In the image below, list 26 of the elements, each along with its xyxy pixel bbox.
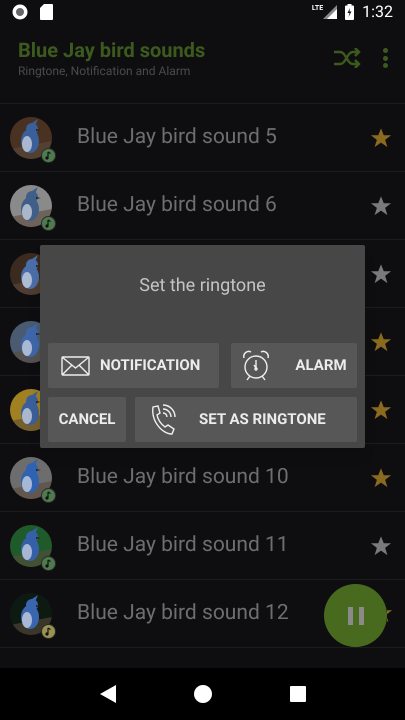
- sound-title: Blue Jay bird sound 12: [76, 600, 290, 627]
- signal-icon: [323, 5, 338, 19]
- more-options-button[interactable]: [381, 48, 389, 68]
- clock-time: 1:32: [362, 4, 393, 20]
- sound-title: Blue Jay bird sound 11: [76, 532, 290, 559]
- ringtone-button[interactable]: SET AS RINGTONE: [135, 397, 357, 442]
- sound-title: Blue Jay bird sound 5: [76, 124, 278, 151]
- app-title: Blue Jay bird sounds: [18, 37, 206, 63]
- battery-charging-icon: [345, 4, 354, 20]
- sound-list-item[interactable]: Blue Jay bird sound 6: [0, 172, 405, 240]
- cancel-button[interactable]: CANCEL: [48, 397, 126, 442]
- sound-list-item[interactable]: Blue Jay bird sound 5: [0, 104, 405, 172]
- recents-button[interactable]: [290, 686, 306, 702]
- sound-title: Blue Jay bird sound 10: [76, 464, 290, 491]
- home-button[interactable]: [194, 685, 212, 703]
- sound-list-item[interactable]: Blue Jay bird sound 11: [0, 512, 405, 580]
- alarm-clock-icon: [241, 350, 272, 382]
- dialog-title: Set the ringtone: [139, 274, 266, 298]
- sound-title: Blue Jay bird sound 6: [76, 192, 278, 219]
- sd-card-icon: [40, 4, 53, 20]
- notification-button[interactable]: NOTIFICATION: [48, 343, 219, 388]
- envelope-icon: [61, 356, 90, 376]
- app-subtitle: Ringtone, Notification and Alarm: [18, 63, 192, 79]
- record-icon: [12, 4, 28, 20]
- alarm-button[interactable]: ALARM: [231, 343, 357, 388]
- back-button[interactable]: [98, 684, 117, 704]
